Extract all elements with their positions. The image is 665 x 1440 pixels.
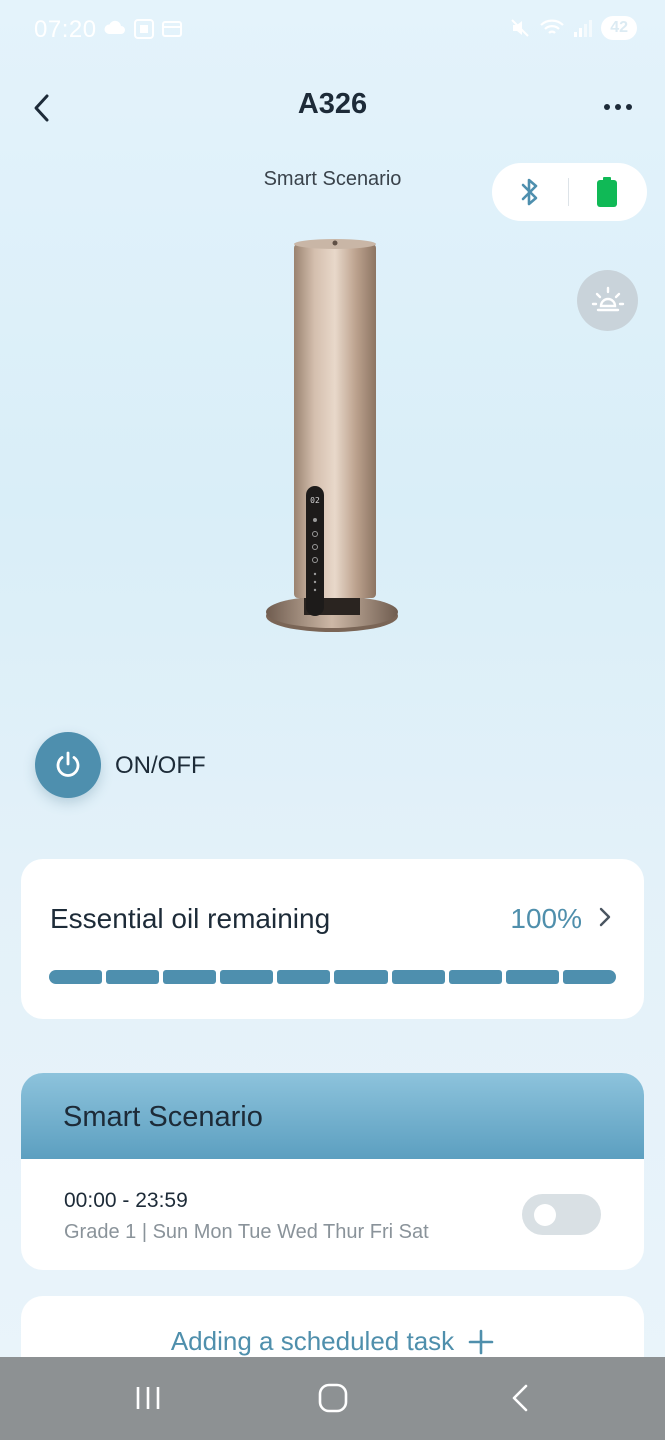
oil-segment — [277, 970, 331, 984]
bluetooth-icon — [521, 178, 538, 206]
add-task-label: Adding a scheduled task — [170, 1326, 455, 1356]
oil-segment — [448, 970, 502, 984]
device-battery — [569, 176, 645, 208]
oil-segment — [334, 970, 388, 984]
oil-segment — [505, 970, 559, 984]
oil-segment — [49, 970, 103, 984]
oil-segment — [106, 970, 160, 984]
back-icon — [512, 1384, 528, 1412]
screenshot-icon — [134, 19, 154, 39]
status-time: 07:20 — [34, 16, 97, 43]
device-image: 02 — [266, 239, 398, 632]
power-button[interactable] — [35, 732, 101, 798]
power-label: ON/OFF — [115, 752, 206, 779]
battery-level: 42 — [601, 16, 637, 40]
card-icon — [162, 21, 182, 37]
oil-level-bar — [49, 970, 616, 984]
toggle-knob — [534, 1204, 556, 1226]
power-icon — [56, 751, 80, 777]
device-display: 02 — [310, 496, 320, 505]
more-button[interactable] — [595, 92, 641, 122]
more-horizontal-icon — [604, 104, 610, 110]
bluetooth-button[interactable] — [492, 176, 568, 208]
home-icon — [318, 1383, 348, 1413]
home-button[interactable] — [303, 1377, 363, 1419]
nav-back-button[interactable] — [490, 1377, 550, 1419]
oil-value: 100% — [510, 903, 582, 934]
scenario-toggle[interactable] — [522, 1194, 601, 1235]
battery-full-icon — [597, 177, 617, 207]
mute-icon — [511, 19, 529, 37]
light-button[interactable] — [577, 270, 638, 331]
add-task-button[interactable]: Adding a scheduled task — [21, 1326, 644, 1357]
essential-oil-card[interactable]: Essential oil remaining 100% — [21, 859, 644, 1019]
status-left-icons — [103, 18, 183, 40]
scenario-detail: Grade 1 | Sun Mon Tue Wed Thur Fri Sat — [64, 1221, 429, 1243]
page-title: A326 — [297, 88, 368, 120]
oil-segment — [220, 970, 274, 984]
header: A326 — [0, 80, 665, 136]
light-bulb-icon — [591, 286, 624, 311]
scenario-title: Smart Scenario — [63, 1101, 263, 1133]
scenario-header: Smart Scenario — [21, 1073, 644, 1159]
wifi-icon — [540, 19, 564, 34]
oil-segment — [562, 970, 616, 984]
oil-title: Essential oil remaining — [50, 903, 331, 934]
smart-scenario-card: Smart Scenario 00:00 - 23:59 Grade 1 | S… — [21, 1073, 644, 1270]
recents-icon — [136, 1387, 160, 1409]
signal-icon — [574, 20, 593, 37]
status-bar: 07:20 42 — [0, 0, 665, 62]
scenario-time: 00:00 - 23:59 — [64, 1189, 188, 1212]
plus-icon — [468, 1329, 494, 1354]
recents-button[interactable] — [118, 1377, 178, 1419]
cloud-icon — [104, 20, 125, 34]
connection-status — [492, 163, 647, 221]
oil-segment — [163, 970, 217, 984]
system-nav-bar — [0, 1357, 665, 1440]
oil-segment — [391, 970, 445, 984]
chevron-right-icon[interactable] — [598, 905, 612, 934]
status-right-icons: 42 — [509, 16, 637, 40]
